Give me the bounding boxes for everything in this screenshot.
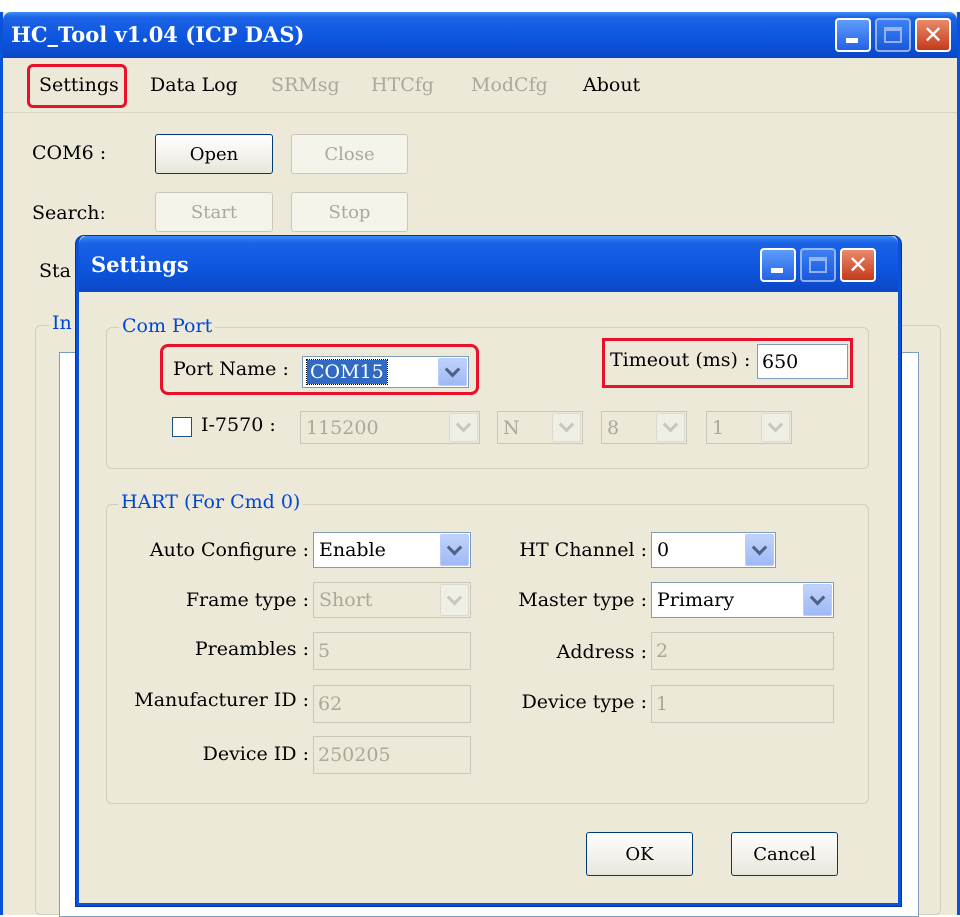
menu-data-log[interactable]: Data Log: [150, 74, 238, 96]
chevron-down-icon[interactable]: [803, 584, 832, 616]
dialog-maximize-button[interactable]: [800, 248, 836, 282]
chevron-down-icon[interactable]: [552, 413, 581, 442]
parity-select[interactable]: N: [497, 411, 583, 444]
close-port-button[interactable]: Close: [291, 134, 408, 174]
maximize-icon: [809, 257, 827, 273]
port-name-label: Port Name :: [173, 358, 289, 380]
chevron-down-icon[interactable]: [745, 534, 774, 566]
dialog-minimize-button[interactable]: [760, 248, 796, 282]
master-type-value: Primary: [657, 589, 735, 611]
device-type-label: Device type :: [521, 691, 647, 713]
address-label: Address :: [556, 641, 647, 663]
dialog-titlebar[interactable]: Settings ✕: [79, 236, 898, 292]
menu-htcfg[interactable]: HTCfg: [371, 74, 434, 96]
stop-bits-value: 1: [712, 416, 725, 439]
cancel-button[interactable]: Cancel: [731, 832, 838, 876]
start-button[interactable]: Start: [155, 192, 273, 232]
frame-type-label: Frame type :: [185, 589, 309, 611]
auto-configure-label: Auto Configure :: [149, 539, 309, 561]
close-icon: ✕: [922, 21, 944, 49]
settings-dialog: Settings ✕ Com Port Port Name : COM15 Ti…: [76, 236, 901, 906]
close-icon: ✕: [847, 251, 869, 279]
baud-rate-value: 115200: [306, 416, 379, 439]
i7570-checkbox[interactable]: [172, 417, 192, 437]
baud-rate-select[interactable]: 115200: [300, 411, 480, 444]
preambles-field: 5: [313, 632, 471, 670]
ht-channel-select[interactable]: 0: [651, 532, 776, 568]
parity-value: N: [503, 416, 520, 439]
com-label: COM6 :: [32, 142, 107, 164]
maximize-icon: [884, 27, 902, 43]
chevron-down-icon[interactable]: [656, 413, 685, 442]
search-label: Searchː: [32, 202, 106, 224]
menu-settings[interactable]: Settings: [39, 74, 119, 96]
open-button[interactable]: Open: [155, 134, 273, 174]
data-bits-value: 8: [607, 416, 620, 439]
stop-bits-select[interactable]: 1: [706, 411, 792, 444]
menu-about[interactable]: About: [583, 74, 640, 96]
ht-channel-value: 0: [657, 539, 670, 561]
main-close-button[interactable]: ✕: [915, 18, 951, 52]
status-label: Sta: [39, 260, 71, 282]
preambles-label: Preambles :: [194, 638, 309, 660]
main-maximize-button[interactable]: [875, 18, 911, 52]
chevron-down-icon[interactable]: [449, 413, 478, 442]
dialog-title: Settings: [91, 252, 189, 277]
port-name-value: COM15: [306, 359, 388, 385]
manufacturer-id-field: 62: [313, 685, 471, 723]
hart-legend: HART (For Cmd 0): [118, 491, 304, 513]
device-type-field: 1: [651, 685, 834, 723]
chevron-down-icon[interactable]: [438, 358, 467, 386]
port-name-select[interactable]: COM15: [302, 356, 469, 388]
ok-button[interactable]: OK: [586, 832, 693, 876]
stop-button[interactable]: Stop: [291, 192, 408, 232]
minimize-icon: [846, 38, 858, 43]
i7570-label: I-7570 :: [201, 414, 276, 436]
master-type-label: Master type :: [518, 589, 647, 611]
frame-type-select[interactable]: Short: [313, 582, 471, 618]
data-bits-select[interactable]: 8: [601, 411, 687, 444]
main-titlebar[interactable]: HC_Tool v1.04 (ICP DAS) ✕: [3, 12, 957, 58]
com-port-legend: Com Port: [119, 315, 216, 337]
auto-configure-value: Enable: [319, 539, 386, 561]
menu-srmsg[interactable]: SRMsg: [271, 74, 340, 96]
dialog-close-button[interactable]: ✕: [840, 248, 876, 282]
device-id-field: 250205: [313, 736, 471, 774]
chevron-down-icon[interactable]: [440, 584, 469, 616]
master-type-select[interactable]: Primary: [651, 582, 834, 618]
menu-modcfg[interactable]: ModCfg: [471, 74, 548, 96]
timeout-input[interactable]: 650: [757, 344, 848, 379]
frame-type-value: Short: [319, 589, 373, 611]
device-id-label: Device ID :: [202, 743, 309, 765]
chevron-down-icon[interactable]: [761, 413, 790, 442]
manufacturer-id-label: Manufacturer ID :: [134, 689, 309, 711]
minimize-icon: [771, 268, 783, 273]
menu-divider: [3, 112, 957, 113]
timeout-label: Timeout (ms) :: [610, 349, 751, 371]
auto-configure-select[interactable]: Enable: [313, 532, 471, 568]
chevron-down-icon[interactable]: [440, 534, 469, 566]
address-field: 2: [651, 632, 834, 670]
info-group-legend: In: [49, 312, 75, 334]
main-window-title: HC_Tool v1.04 (ICP DAS): [11, 22, 305, 47]
ht-channel-label: HT Channel :: [519, 539, 647, 561]
main-minimize-button[interactable]: [835, 18, 871, 52]
